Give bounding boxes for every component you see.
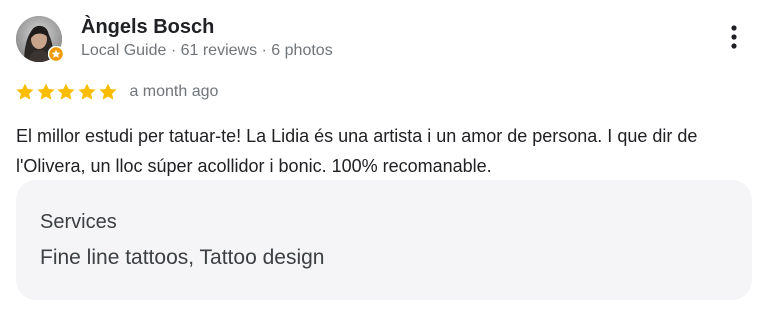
- rating-row: a month ago: [15, 80, 218, 104]
- services-value: Fine line tattoos, Tattoo design: [40, 246, 325, 269]
- review-card: Àngels Bosch Local Guide · 61 reviews · …: [0, 0, 765, 312]
- star-icon: [36, 82, 56, 102]
- star-icon: [77, 82, 97, 102]
- services-title: Services: [40, 211, 117, 233]
- local-guide-badge-icon: [47, 45, 65, 63]
- more-vertical-icon: [730, 24, 738, 55]
- review-time: a month ago: [129, 83, 219, 100]
- more-options-button[interactable]: [718, 22, 750, 56]
- review-text: El millor estudi per tatuar-te! La Lidia…: [16, 126, 698, 176]
- reviewer-avatar[interactable]: [16, 16, 65, 63]
- star-icon: [56, 82, 76, 102]
- star-rating: [15, 82, 118, 102]
- reviewer-meta[interactable]: Local Guide · 61 reviews · 6 photos: [81, 41, 333, 61]
- star-icon: [15, 82, 35, 102]
- reviewer-name[interactable]: Àngels Bosch: [81, 14, 214, 40]
- services-section: Services Fine line tattoos, Tattoo desig…: [16, 180, 752, 300]
- star-icon: [98, 82, 118, 102]
